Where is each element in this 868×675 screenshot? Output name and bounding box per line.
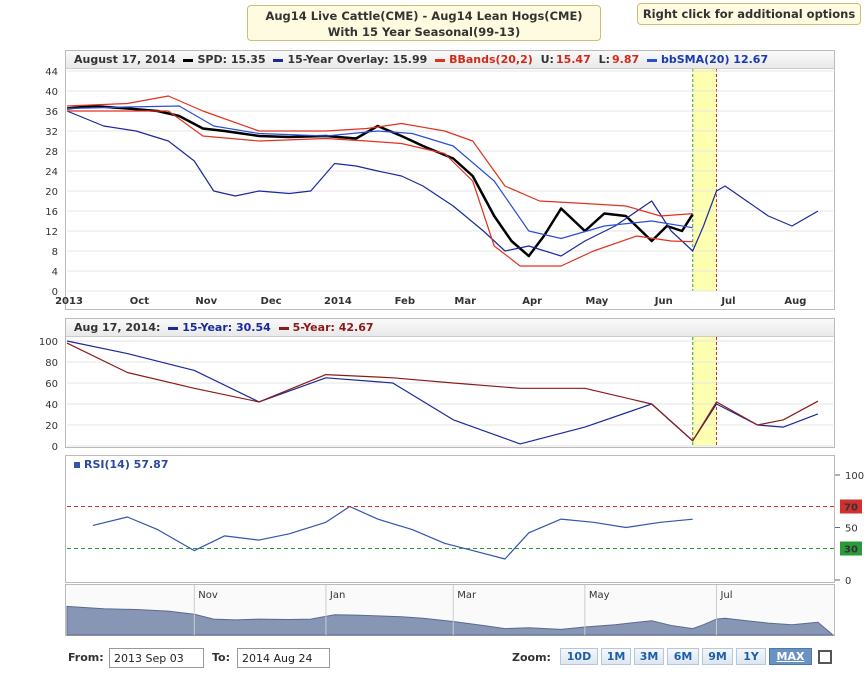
main-y-tick-label: 20: [45, 187, 58, 198]
seasonal-legend: Aug 17, 2014: 15-Year: 30.54 5-Year: 42.…: [66, 319, 834, 337]
seasonal-panel: Aug 17, 2014: 15-Year: 30.54 5-Year: 42.…: [65, 318, 835, 448]
main-y-tick-label: 16: [45, 207, 58, 218]
main-price-panel: August 17, 2014 SPD: 15.35 15-Year Overl…: [65, 50, 835, 310]
overlay-swatch: [273, 58, 284, 62]
spd-swatch: [183, 58, 194, 62]
chart-title: Aug14 Live Cattle(CME) - Aug14 Lean Hogs…: [247, 5, 601, 41]
main-y-tick-label: 8: [52, 247, 58, 258]
main-y-tick-label: 0: [52, 287, 58, 298]
legend-overlay: 15-Year Overlay: 15.99: [287, 53, 428, 66]
seasonal-y-tick-label: 60: [45, 379, 58, 390]
legend-bbsma: bbSMA(20) 12.67: [660, 53, 769, 66]
main-y-tick-label: 32: [45, 127, 58, 138]
zoom-1y-button[interactable]: 1Y: [736, 648, 766, 665]
chart-title-line1: Aug14 Live Cattle(CME) - Aug14 Lean Hogs…: [265, 9, 583, 23]
main-legend: August 17, 2014 SPD: 15.35 15-Year Overl…: [66, 51, 834, 69]
y5-swatch: [278, 326, 289, 330]
main-y-tick-label: 40: [45, 87, 58, 98]
legend-bb-l-label: L:: [598, 53, 610, 66]
fullscreen-icon[interactable]: [818, 650, 832, 664]
rsi-legend: RSI(14) 57.87: [66, 456, 834, 474]
to-label: To:: [212, 651, 230, 664]
seasonal-legend-date: Aug 17, 2014:: [74, 321, 161, 334]
seasonal-y-tick-label: 40: [45, 400, 58, 411]
zoom-6m-button[interactable]: 6M: [667, 648, 699, 665]
rsi-y-tick-label: 100: [845, 471, 864, 482]
legend-bb-u-label: U:: [540, 53, 554, 66]
seasonal-y-tick-label: 80: [45, 358, 58, 369]
rsi-ref-badge-70: [840, 499, 862, 514]
zoom-9m-button[interactable]: 9M: [702, 648, 733, 665]
to-date-input[interactable]: 2014 Aug 24: [237, 648, 330, 668]
bbands-swatch: [435, 58, 446, 62]
zoom-label: Zoom:: [512, 651, 551, 664]
zoom-1m-button[interactable]: 1M: [601, 648, 631, 665]
chart-title-line2: With 15 Year Seasonal(99-13): [327, 25, 521, 39]
seasonal-y-tick-label: 0: [52, 442, 58, 453]
seasonal-y-tick-label: 20: [45, 421, 58, 432]
from-label: From:: [68, 651, 104, 664]
bbsma-swatch: [646, 58, 657, 62]
main-y-tick-label: 4: [52, 267, 58, 278]
legend-bbands: BBands(20,2): [449, 53, 533, 66]
main-y-tick-label: 12: [45, 227, 58, 238]
zoom-10d-button[interactable]: 10D: [560, 648, 598, 665]
rsi-panel: RSI(14) 57.87: [65, 455, 835, 583]
legend-bb-u: 15.47: [555, 53, 591, 66]
main-y-tick-label: 36: [45, 107, 58, 118]
rsi-swatch: [74, 462, 80, 468]
main-y-tick-label: 24: [45, 167, 58, 178]
rsi-legend-label: RSI(14) 57.87: [84, 458, 169, 471]
main-y-tick-label: 28: [45, 147, 58, 158]
rsi-y-tick-label: 0: [845, 576, 851, 587]
legend-bb-l: 9.87: [612, 53, 640, 66]
y15-swatch: [168, 326, 179, 330]
legend-date: August 17, 2014: [74, 53, 176, 66]
seasonal-legend-y15: 15-Year: 30.54: [182, 321, 271, 334]
rsi-y-tick-label: 50: [845, 524, 858, 535]
seasonal-legend-y5: 5-Year: 42.67: [292, 321, 374, 334]
zoom-max-button[interactable]: MAX: [769, 648, 812, 665]
right-click-options-button[interactable]: Right click for additional options: [637, 3, 861, 25]
from-date-input[interactable]: 2013 Sep 03: [109, 648, 204, 668]
navigator-panel[interactable]: [65, 584, 835, 636]
seasonal-y-tick-label: 100: [39, 337, 58, 348]
legend-spd: SPD: 15.35: [197, 53, 266, 66]
zoom-3m-button[interactable]: 3M: [634, 648, 664, 665]
main-y-tick-label: 44: [45, 67, 58, 78]
rsi-ref-label-30: 30: [844, 545, 858, 556]
rsi-ref-badge-30: [840, 541, 862, 556]
rsi-ref-label-70: 70: [844, 503, 858, 514]
